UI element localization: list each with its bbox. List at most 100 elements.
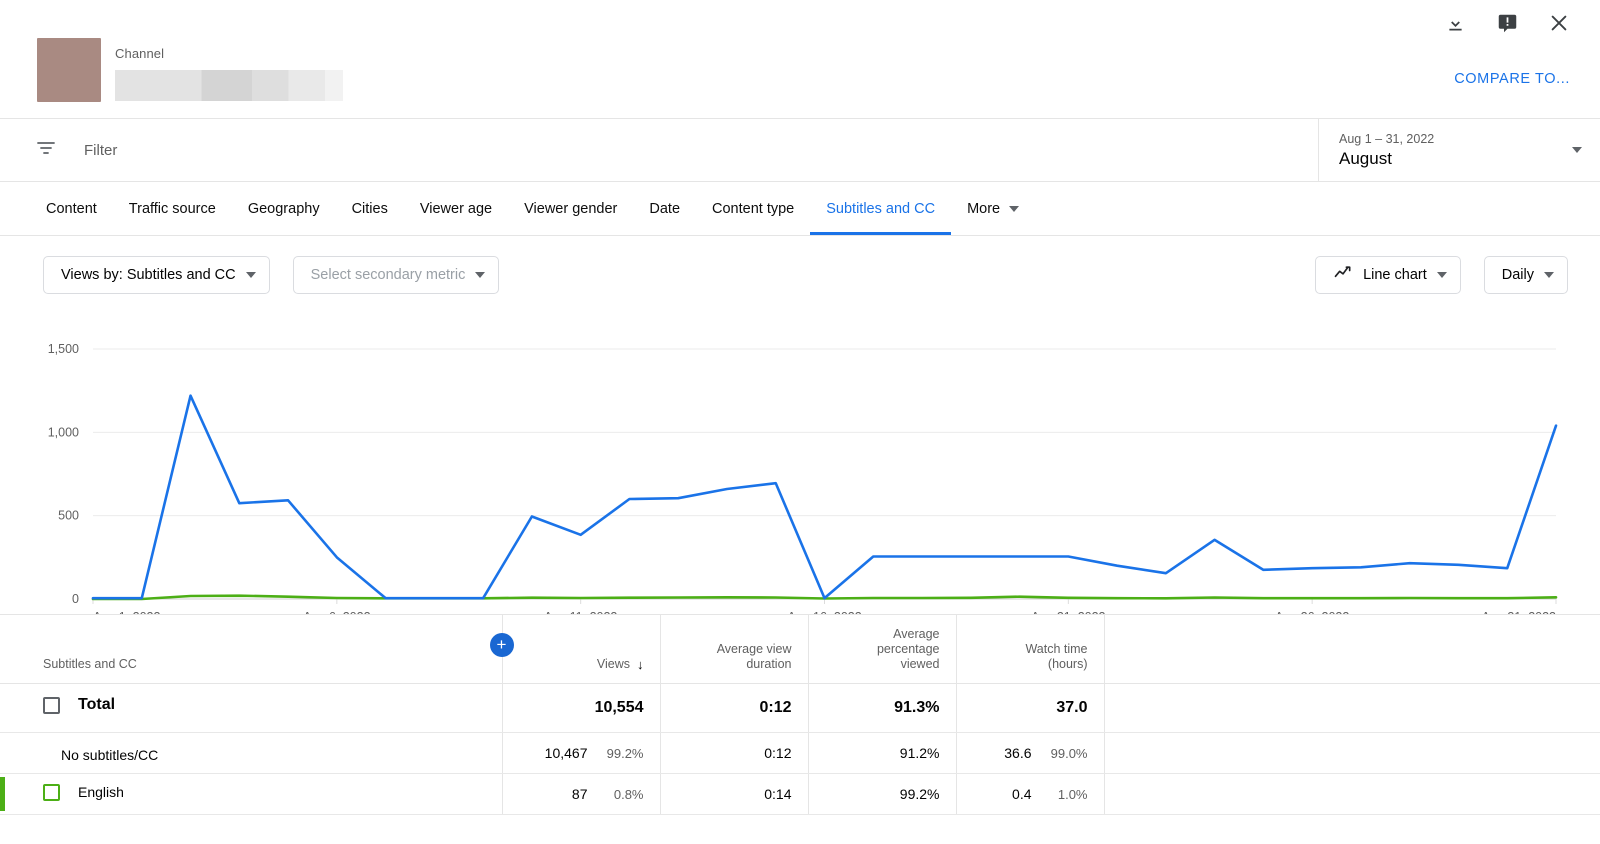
tab-traffic-source[interactable]: Traffic source bbox=[113, 182, 232, 235]
chevron-down-icon bbox=[1572, 147, 1582, 153]
column-header-watch-time[interactable]: Watch time (hours) bbox=[955, 615, 1104, 684]
tab-label: More bbox=[967, 200, 1001, 217]
column-header-label: Average bbox=[893, 626, 940, 641]
cell-share-percent: 0.8% bbox=[613, 786, 644, 802]
cell-dimension: No subtitles/CC bbox=[0, 732, 502, 774]
chart-view-controls: Line chart Daily bbox=[1315, 256, 1568, 294]
table-row[interactable]: Total 10,554 0:12 91.3% 37.0 bbox=[0, 683, 1600, 733]
top-actions bbox=[1442, 10, 1572, 36]
granularity-select[interactable]: Daily bbox=[1483, 256, 1568, 294]
metrics-table: Subtitles and CC + Views ↓ Average view … bbox=[0, 614, 1600, 815]
cell-value: 36.6 bbox=[1004, 744, 1032, 761]
tab-bar: Content Traffic source Geography Cities … bbox=[0, 182, 1600, 236]
x-axis-tick-label: Aug 11, 2022 bbox=[544, 610, 617, 614]
tab-label: Viewer gender bbox=[524, 200, 618, 217]
tab-content[interactable]: Content bbox=[30, 182, 113, 235]
row-label: Total bbox=[78, 696, 116, 714]
tab-more[interactable]: More bbox=[951, 182, 1035, 235]
cell-value: 91.3% bbox=[894, 698, 940, 716]
column-header-avg-percentage-viewed[interactable]: Average percentage viewed bbox=[807, 615, 956, 684]
chart-type-select[interactable]: Line chart bbox=[1315, 256, 1461, 294]
date-range-span: Aug 1 – 31, 2022 bbox=[1339, 132, 1435, 146]
chevron-down-icon bbox=[1009, 205, 1020, 212]
tab-label: Cities bbox=[351, 200, 388, 217]
cell-watch-time: 36.6 99.0% bbox=[955, 732, 1104, 774]
line-chart-icon bbox=[1333, 263, 1353, 287]
secondary-metric-select[interactable]: Select secondary metric bbox=[292, 256, 500, 294]
table-row[interactable]: No subtitles/CC 10,467 99.2% 0:12 91.2% 36.6 9… bbox=[0, 732, 1600, 774]
date-range-picker[interactable]: Aug 1 – 31, 2022 August bbox=[1318, 119, 1600, 181]
row-checkbox[interactable] bbox=[43, 783, 60, 801]
tab-viewer-gender[interactable]: Viewer gender bbox=[508, 182, 633, 235]
cell-share-percent: 99.0% bbox=[1050, 745, 1088, 761]
column-header-avg-view-duration[interactable]: Average view duration bbox=[659, 615, 808, 684]
compare-to-button[interactable]: COMPARE TO... bbox=[1454, 71, 1570, 87]
cell-watch-time: 37.0 bbox=[955, 683, 1104, 733]
secondary-metric-label: Select secondary metric bbox=[310, 267, 466, 283]
x-axis-tick-label: Aug 26, 2022 bbox=[1275, 610, 1349, 614]
tab-content-type[interactable]: Content type bbox=[696, 182, 810, 235]
filter-row: Filter Aug 1 – 31, 2022 August bbox=[0, 118, 1600, 182]
cell-value: 0:12 bbox=[759, 698, 792, 716]
tab-date[interactable]: Date bbox=[633, 182, 696, 235]
column-header-dimension[interactable]: Subtitles and CC + bbox=[0, 615, 514, 684]
add-metric-button[interactable]: + bbox=[489, 633, 514, 657]
close-icon[interactable] bbox=[1546, 10, 1572, 36]
column-header-label: (hours) bbox=[1047, 656, 1088, 671]
tab-subtitles-and-cc[interactable]: Subtitles and CC bbox=[810, 182, 951, 235]
granularity-label: Daily bbox=[1501, 267, 1534, 283]
x-axis-tick-label: Aug 31, 2022 bbox=[1482, 610, 1556, 614]
column-header-views[interactable]: Views ↓ bbox=[501, 615, 660, 684]
cell-views: 87 0.8% bbox=[501, 773, 660, 815]
y-axis-tick-label: 1,000 bbox=[48, 425, 79, 439]
x-axis-tick-label: Aug 1, 2022 bbox=[93, 610, 160, 614]
cell-watch-time: 0.4 1.0% bbox=[955, 773, 1104, 815]
cell-value: 87 bbox=[571, 785, 588, 802]
table-header-row: Subtitles and CC + Views ↓ Average view … bbox=[0, 615, 1600, 684]
channel-avatar bbox=[37, 38, 101, 102]
cell-avg-percentage-viewed: 91.3% bbox=[807, 683, 956, 733]
column-header-label: Average view bbox=[716, 641, 792, 656]
x-axis-tick-label: Aug 21, 2022 bbox=[1031, 610, 1105, 614]
cell-value: 10,467 bbox=[544, 744, 588, 761]
column-header-spacer bbox=[1103, 615, 1600, 684]
tab-label: Traffic source bbox=[128, 200, 216, 217]
column-header-label: Watch time bbox=[1025, 641, 1088, 656]
cell-spacer bbox=[1103, 732, 1600, 774]
channel-identity: Channel bbox=[37, 38, 343, 102]
column-header-label: viewed bbox=[900, 656, 940, 671]
tab-viewer-age[interactable]: Viewer age bbox=[404, 182, 508, 235]
chevron-down-icon bbox=[475, 272, 486, 278]
cell-avg-percentage-viewed: 91.2% bbox=[807, 732, 956, 774]
cell-value: 0:12 bbox=[764, 744, 792, 761]
tab-cities[interactable]: Cities bbox=[336, 182, 404, 235]
channel-name-redacted bbox=[115, 70, 343, 101]
cell-value: 0.4 bbox=[1012, 785, 1032, 802]
cell-value: 0:14 bbox=[764, 785, 792, 802]
column-header-label: Views bbox=[596, 656, 630, 671]
tab-geography[interactable]: Geography bbox=[232, 182, 336, 235]
cell-value: 10,554 bbox=[594, 698, 644, 716]
table-body: Total 10,554 0:12 91.3% 37.0 No subtitles/CC 1… bbox=[0, 683, 1600, 815]
tab-label: Geography bbox=[247, 200, 320, 217]
row-label: No subtitles/CC bbox=[61, 747, 159, 763]
chevron-down-icon bbox=[1544, 272, 1554, 278]
chart-canvas: 0 500 1,000 1,500 Aug 1, 2022 Aug 6, 2022 Aug … bbox=[48, 342, 1558, 614]
cell-avg-percentage-viewed: 99.2% bbox=[807, 773, 956, 815]
x-axis-tick-label: Aug 16, 2022 bbox=[787, 610, 861, 614]
channel-meta: Channel bbox=[115, 38, 343, 101]
date-range-label: August bbox=[1339, 149, 1392, 168]
date-range-text: Aug 1 – 31, 2022 August bbox=[1339, 130, 1434, 170]
feedback-icon[interactable] bbox=[1494, 10, 1520, 36]
table-row[interactable]: English 87 0.8% 0:14 99.2% 0.4 1.0% bbox=[0, 773, 1600, 815]
primary-metric-select[interactable]: Views by: Subtitles and CC bbox=[43, 256, 270, 294]
chevron-down-icon bbox=[245, 272, 256, 278]
cell-share-percent: 1.0% bbox=[1057, 786, 1088, 802]
cell-spacer bbox=[1103, 773, 1600, 815]
download-icon[interactable] bbox=[1442, 10, 1468, 36]
series-color-bar bbox=[0, 776, 5, 811]
cell-share-percent: 99.2% bbox=[606, 745, 644, 761]
row-checkbox[interactable] bbox=[43, 696, 60, 714]
filter-control[interactable]: Filter bbox=[0, 119, 1318, 181]
column-header-label: duration bbox=[746, 656, 792, 671]
